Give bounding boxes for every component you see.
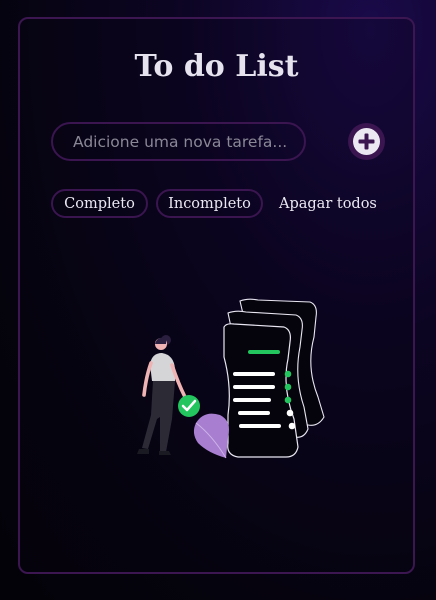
task-input[interactable]: [53, 124, 304, 159]
add-task-button[interactable]: [348, 123, 385, 160]
empty-tasks-illustration: [108, 297, 338, 467]
task-input-wrapper[interactable]: [51, 122, 306, 161]
filter-complete-button[interactable]: Completo: [51, 189, 148, 218]
todo-card: To do List Completo Incompleto Apagar to…: [18, 17, 415, 574]
filter-bar: Completo Incompleto Apagar todos: [51, 189, 377, 218]
delete-all-button[interactable]: Apagar todos: [279, 189, 377, 218]
plus-circle-icon: [353, 128, 380, 155]
page-title: To do List: [134, 49, 299, 84]
filter-incomplete-button[interactable]: Incompleto: [156, 189, 263, 218]
